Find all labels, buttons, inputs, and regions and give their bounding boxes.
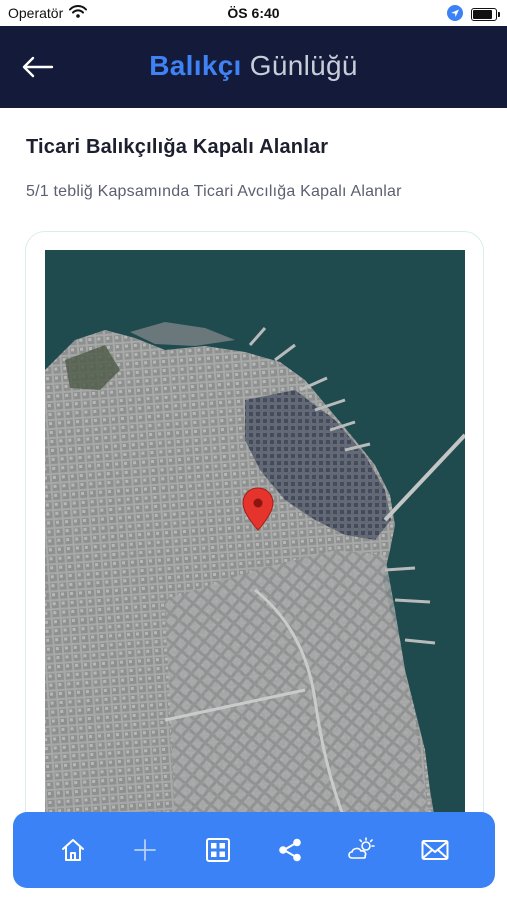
location-arrow-icon <box>447 5 463 24</box>
tab-mail[interactable] <box>415 830 455 870</box>
south-district <box>165 550 430 820</box>
plus-icon <box>134 839 157 861</box>
app-title: Balıkçı Günlüğü <box>0 50 507 82</box>
mail-icon <box>421 840 449 860</box>
battery-icon <box>471 8 500 21</box>
page-subtitle: 5/1 tebliğ Kapsamında Ticari Avcılığa Ka… <box>26 183 402 200</box>
bottom-tab-bar <box>13 812 495 888</box>
app-title-rest: Günlüğü <box>249 50 358 81</box>
satellite-map[interactable] <box>45 250 465 820</box>
status-time: ÖS 6:40 <box>227 5 280 21</box>
status-bar: Operatör ÖS 6:40 <box>0 0 507 26</box>
tab-weather[interactable] <box>342 830 382 870</box>
share-icon <box>279 838 301 862</box>
home-icon <box>62 839 85 861</box>
app-header: Balıkçı Günlüğü <box>0 26 507 108</box>
tab-share[interactable] <box>270 830 310 870</box>
page-title: Ticari Balıkçılığa Kapalı Alanlar <box>26 136 329 158</box>
grid-icon <box>205 838 230 862</box>
tab-home[interactable] <box>53 830 93 870</box>
tab-grid[interactable] <box>198 830 238 870</box>
weather-icon <box>348 837 376 859</box>
tab-add[interactable] <box>125 830 165 870</box>
status-right <box>447 5 500 24</box>
app-title-accent: Balıkçı <box>149 50 242 81</box>
